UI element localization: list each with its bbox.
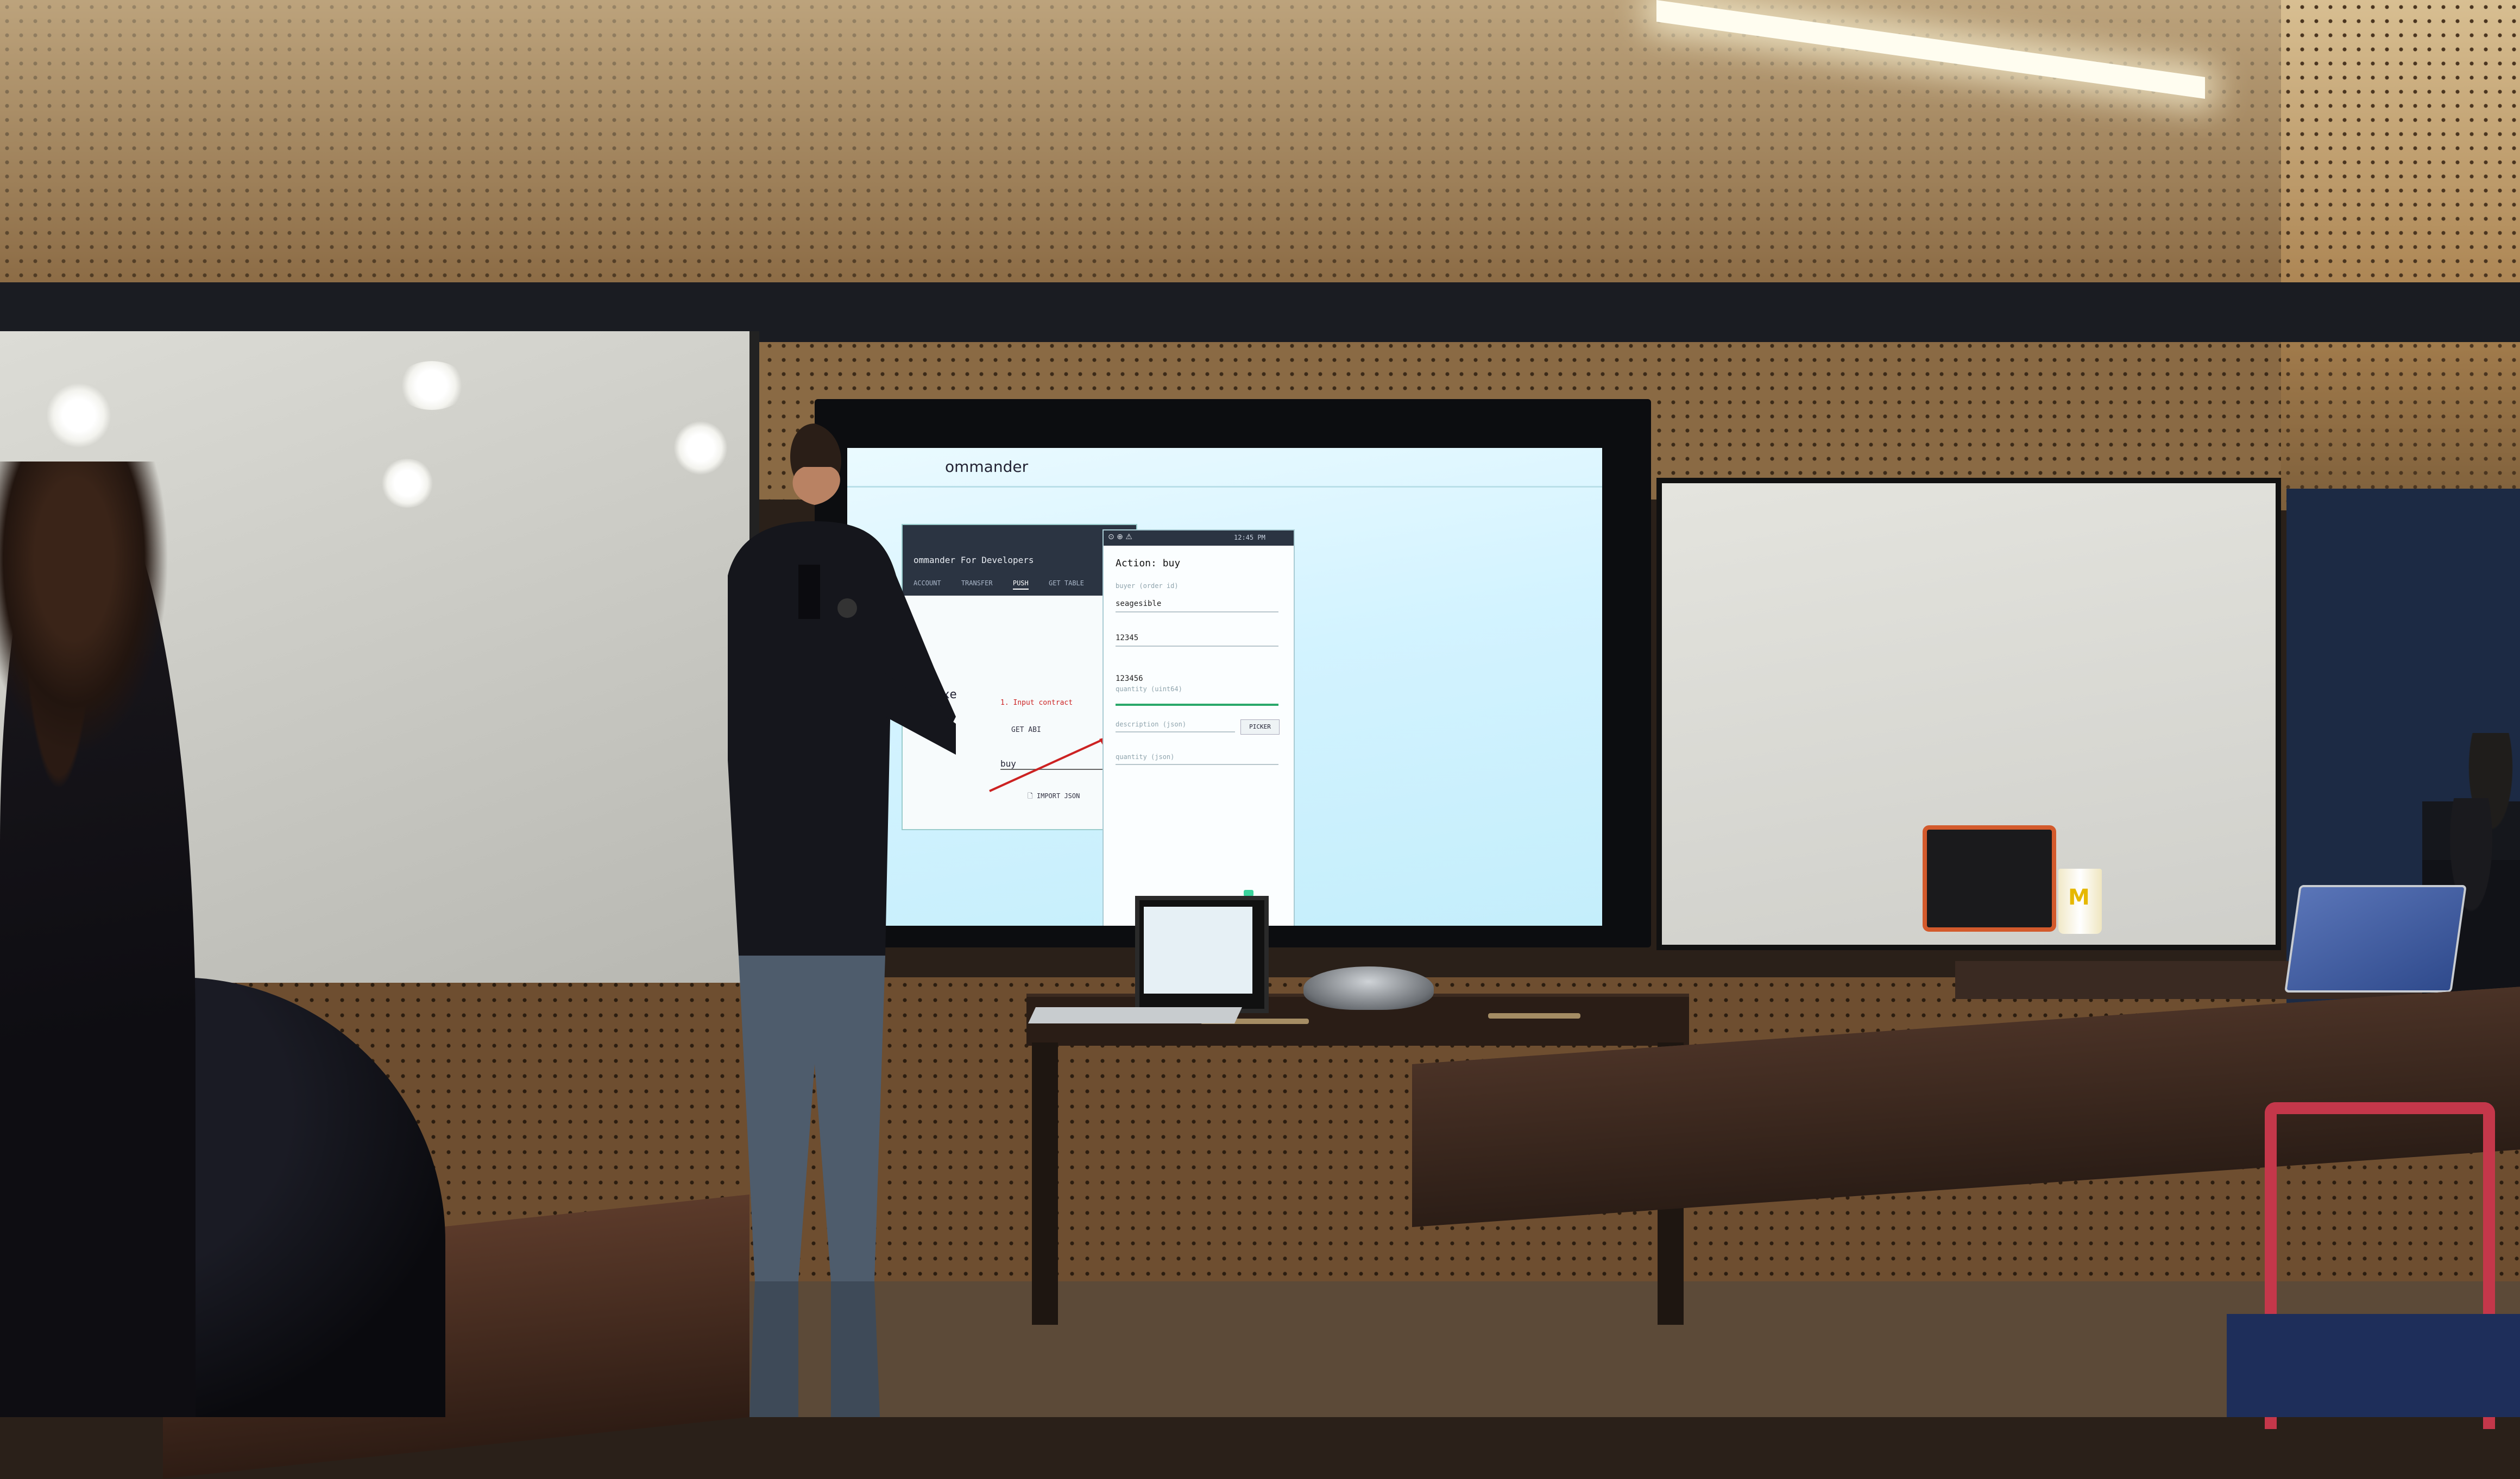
light-reflection — [380, 459, 434, 508]
drawer-handle — [1488, 1013, 1580, 1019]
step-label: 1. Input contract — [1000, 699, 1073, 707]
field-label: description (json) — [1116, 720, 1187, 728]
field-label: quantity (uint64) — [1116, 685, 1182, 693]
field-label: quantity (json) — [1116, 753, 1175, 761]
field-description[interactable]: description (json) — [1116, 720, 1235, 732]
field-underline — [1116, 611, 1278, 612]
status-icons: ⊙ ⊕ ⚠ — [1108, 533, 1132, 541]
field-2[interactable]: 12345 — [1116, 634, 1278, 647]
chair-seat — [2227, 1314, 2520, 1417]
tablet — [1923, 825, 2056, 932]
action-header: Action: buy — [1116, 558, 1181, 569]
tab-get-table[interactable]: GET TABLE — [1049, 579, 1084, 587]
laptop — [1135, 896, 1269, 1013]
laptop-display — [1144, 907, 1252, 994]
wall-light-wash — [0, 0, 2520, 293]
tab-push[interactable]: PUSH — [1012, 579, 1029, 590]
light-reflection — [46, 383, 111, 448]
tab-transfer[interactable]: TRANSFER — [961, 579, 993, 587]
field-underline — [1116, 646, 1278, 647]
wall-corner-panel — [2281, 0, 2520, 510]
picker-button[interactable]: PICKER — [1240, 719, 1280, 735]
field-value: 123456 — [1116, 674, 1143, 683]
drink-cup: M — [2058, 869, 2102, 934]
laptop-base — [1028, 1007, 1242, 1023]
app-bar: ommander — [847, 448, 1602, 488]
field-3[interactable]: 123456 quantity (uint64) — [1116, 674, 1278, 706]
light-reflection — [396, 361, 467, 410]
attendee-laptop — [2284, 885, 2467, 993]
app-title: ommander — [945, 458, 1029, 476]
field-buyer[interactable]: buyer (order id) seagesible — [1116, 582, 1278, 612]
field-value: 12345 — [1116, 634, 1139, 642]
field-value: seagesible — [1116, 599, 1162, 608]
field-underline-active — [1116, 704, 1278, 706]
status-bar: ⊙ ⊕ ⚠ 12:45 PM — [1104, 530, 1294, 546]
phone-screen-right: ⊙ ⊕ ⚠ 12:45 PM Action: buy buyer (order … — [1102, 529, 1295, 926]
app-screen: ommander ommander For Developers ⋮ ACCOU… — [847, 448, 1602, 926]
foreground-person-hand — [0, 462, 185, 787]
field-underline — [1116, 764, 1278, 765]
conference-speaker — [1303, 966, 1434, 1010]
field-underline — [1116, 731, 1235, 732]
red-arrow-icon — [989, 736, 1110, 792]
cup-logo: M — [2068, 885, 2090, 910]
field-quantity[interactable]: quantity (json) — [1116, 753, 1278, 765]
field-label: buyer (order id) — [1116, 582, 1179, 590]
status-time: 12:45 PM — [1234, 534, 1265, 541]
